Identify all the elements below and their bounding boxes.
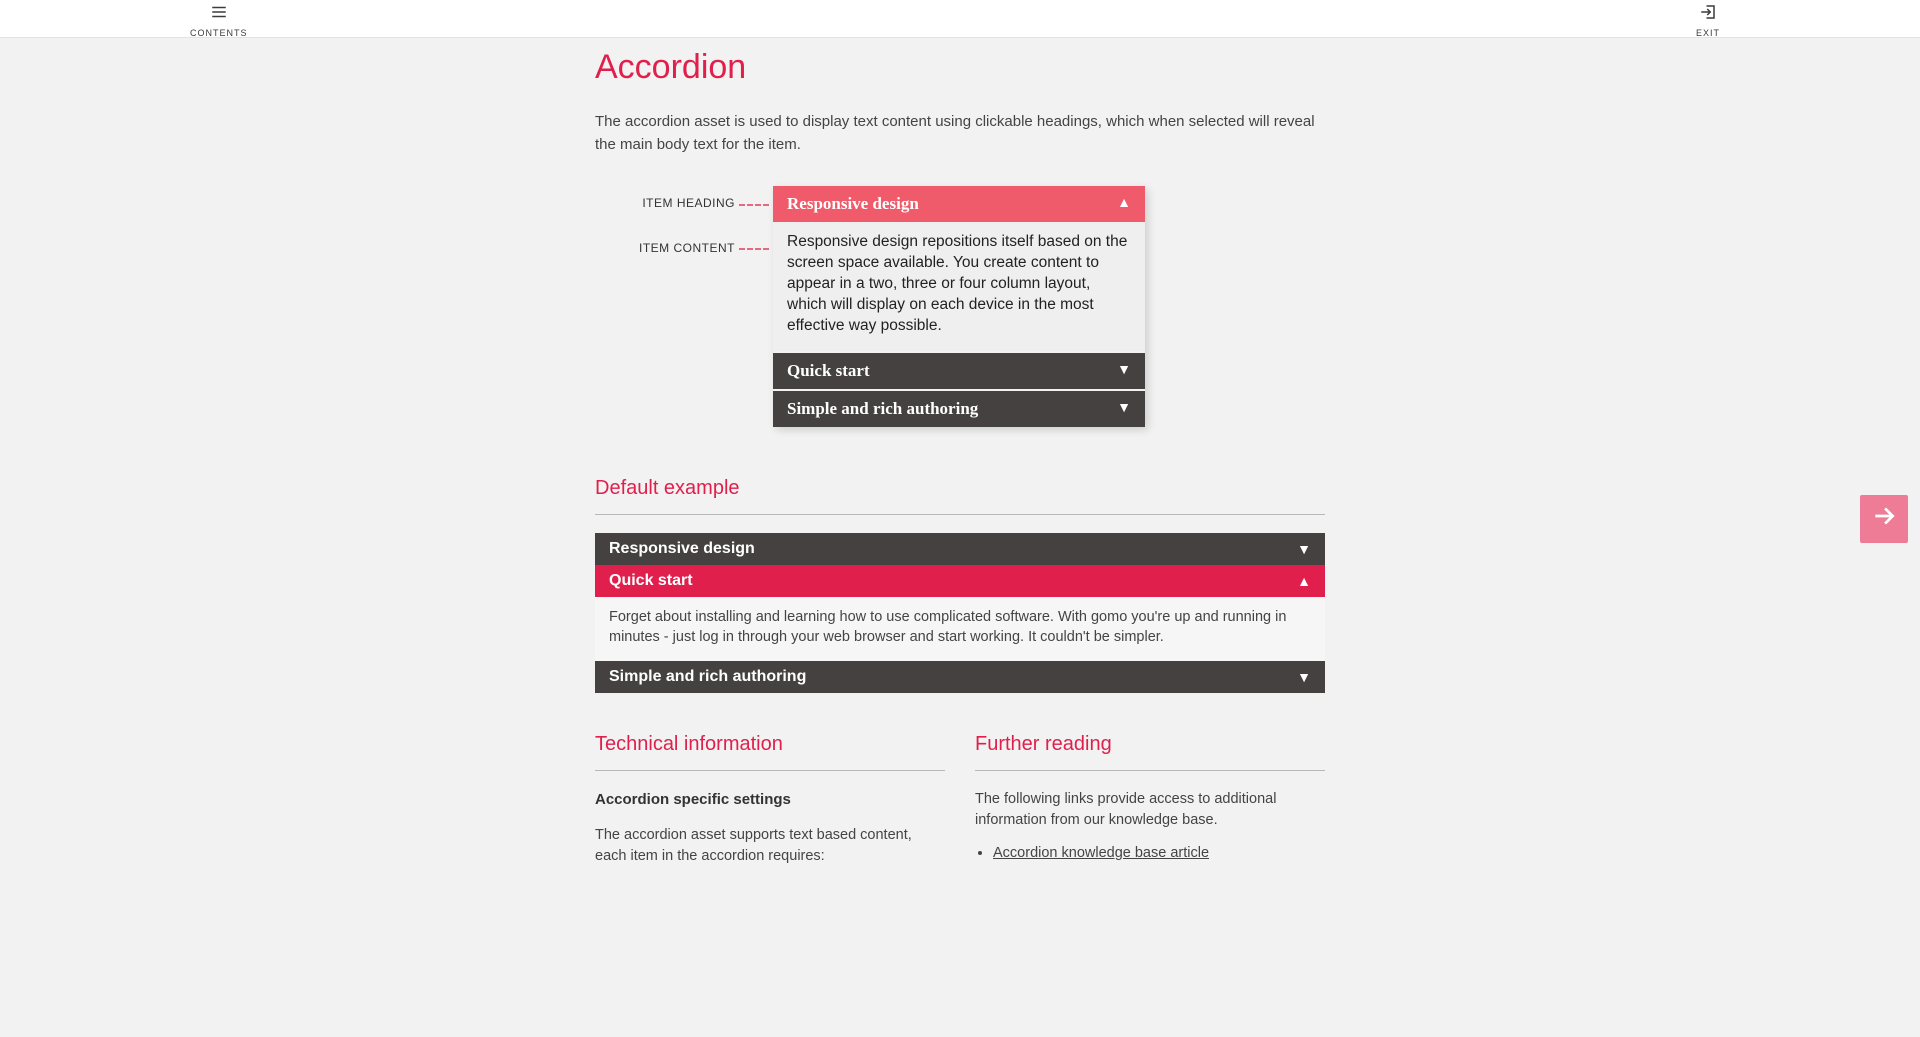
annotated-diagram: ITEM HEADING ITEM CONTENT Responsive des… bbox=[595, 186, 1325, 427]
chevron-down-icon: ▼ bbox=[1117, 363, 1131, 379]
technical-paragraph: The accordion asset supports text based … bbox=[595, 825, 945, 867]
example-item-title: Responsive design bbox=[609, 540, 755, 558]
example-item-title: Simple and rich authoring bbox=[609, 668, 806, 686]
diagram-item-heading-1[interactable]: Responsive design ▲ bbox=[773, 186, 1145, 222]
example-item-heading-1[interactable]: Responsive design ▼ bbox=[595, 533, 1325, 565]
main-scroll-area[interactable]: Accordion The accordion asset is used to… bbox=[0, 38, 1920, 1037]
default-example-accordion: Responsive design ▼ Quick start ▲ Forget… bbox=[595, 533, 1325, 694]
contents-label: CONTENTS bbox=[190, 28, 248, 38]
technical-column: Technical information Accordion specific… bbox=[595, 733, 945, 881]
chevron-down-icon: ▼ bbox=[1297, 669, 1311, 685]
diagram-item-body-1: Responsive design repositions itself bas… bbox=[773, 222, 1145, 351]
diagram-item-title: Quick start bbox=[787, 361, 870, 381]
contents-button[interactable]: CONTENTS bbox=[190, 0, 248, 38]
diagram-label-heading: ITEM HEADING bbox=[595, 196, 735, 210]
diagram-item-heading-3[interactable]: Simple and rich authoring ▼ bbox=[773, 391, 1145, 427]
chevron-up-icon: ▲ bbox=[1297, 573, 1311, 589]
intro-text: The accordion asset is used to display t… bbox=[595, 111, 1325, 156]
diagram-item-title: Simple and rich authoring bbox=[787, 399, 978, 419]
exit-icon bbox=[1699, 3, 1717, 26]
diagram-accordion: Responsive design ▲ Responsive design re… bbox=[773, 186, 1145, 427]
chevron-down-icon: ▼ bbox=[1297, 541, 1311, 557]
arrow-right-icon bbox=[1871, 503, 1897, 534]
diagram-connector-1 bbox=[739, 204, 769, 206]
example-heading: Default example bbox=[595, 477, 1325, 515]
exit-button[interactable]: EXIT bbox=[1696, 0, 1720, 38]
example-item-title: Quick start bbox=[609, 572, 693, 590]
example-item-heading-3[interactable]: Simple and rich authoring ▼ bbox=[595, 661, 1325, 693]
hamburger-icon bbox=[210, 3, 228, 26]
next-page-button[interactable] bbox=[1860, 495, 1908, 543]
further-column: Further reading The following links prov… bbox=[975, 733, 1325, 881]
diagram-label-content: ITEM CONTENT bbox=[595, 241, 735, 255]
technical-subheading: Accordion specific settings bbox=[595, 789, 945, 811]
example-item-heading-2[interactable]: Quick start ▲ bbox=[595, 565, 1325, 597]
further-paragraph: The following links provide access to ad… bbox=[975, 789, 1325, 831]
example-item-body-2: Forget about installing and learning how… bbox=[595, 597, 1325, 662]
technical-heading: Technical information bbox=[595, 733, 945, 771]
diagram-connector-2 bbox=[739, 248, 769, 250]
exit-label: EXIT bbox=[1696, 28, 1720, 38]
chevron-up-icon: ▲ bbox=[1117, 196, 1131, 212]
diagram-item-title: Responsive design bbox=[787, 194, 919, 214]
page-title: Accordion bbox=[595, 48, 1325, 87]
kb-link[interactable]: Accordion knowledge base article bbox=[993, 845, 1325, 861]
two-column-section: Technical information Accordion specific… bbox=[595, 733, 1325, 881]
diagram-item-heading-2[interactable]: Quick start ▼ bbox=[773, 353, 1145, 389]
top-bar: CONTENTS EXIT bbox=[0, 0, 1920, 38]
further-heading: Further reading bbox=[975, 733, 1325, 771]
chevron-down-icon: ▼ bbox=[1117, 401, 1131, 417]
content-column: Accordion The accordion asset is used to… bbox=[595, 38, 1325, 941]
